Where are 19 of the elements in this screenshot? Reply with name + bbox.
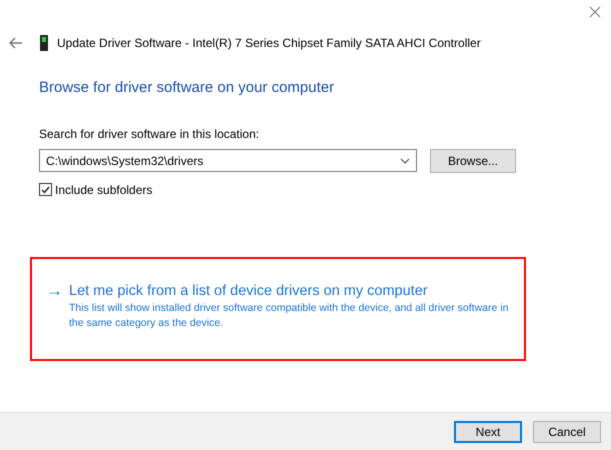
arrow-glyph: →	[46, 280, 63, 300]
dropdown-icon	[400, 158, 410, 164]
window-title: Update Driver Software - Intel(R) 7 Series Chipset Family SATA AHCI Controller	[57, 35, 481, 52]
back-arrow-icon	[9, 37, 23, 49]
pick-driver-link[interactable]: Let me pick from a list of device drivers on my computer	[69, 280, 428, 300]
dialog-button[interactable]: Next	[454, 420, 522, 442]
location-label: Search for driver software in this location:	[39, 126, 260, 142]
checkmark-icon	[41, 186, 50, 194]
checkbox[interactable]	[39, 183, 52, 196]
page-heading: Browse for driver software on your computer	[39, 78, 334, 98]
device-icon	[40, 35, 48, 51]
browse-button[interactable]: Browse...	[430, 148, 516, 172]
checkbox-label: Include subfolders	[55, 182, 152, 198]
close-button[interactable]	[587, 4, 603, 20]
pick-description: This list will show installed driver software compatible with the device, and all driver software in the same category as the device.	[69, 300, 510, 330]
back-button[interactable]	[8, 36, 24, 50]
close-icon	[589, 6, 601, 18]
dialog-button[interactable]: Cancel	[533, 420, 601, 442]
location-combo[interactable]: C:\windows\System32\drivers	[39, 149, 417, 172]
